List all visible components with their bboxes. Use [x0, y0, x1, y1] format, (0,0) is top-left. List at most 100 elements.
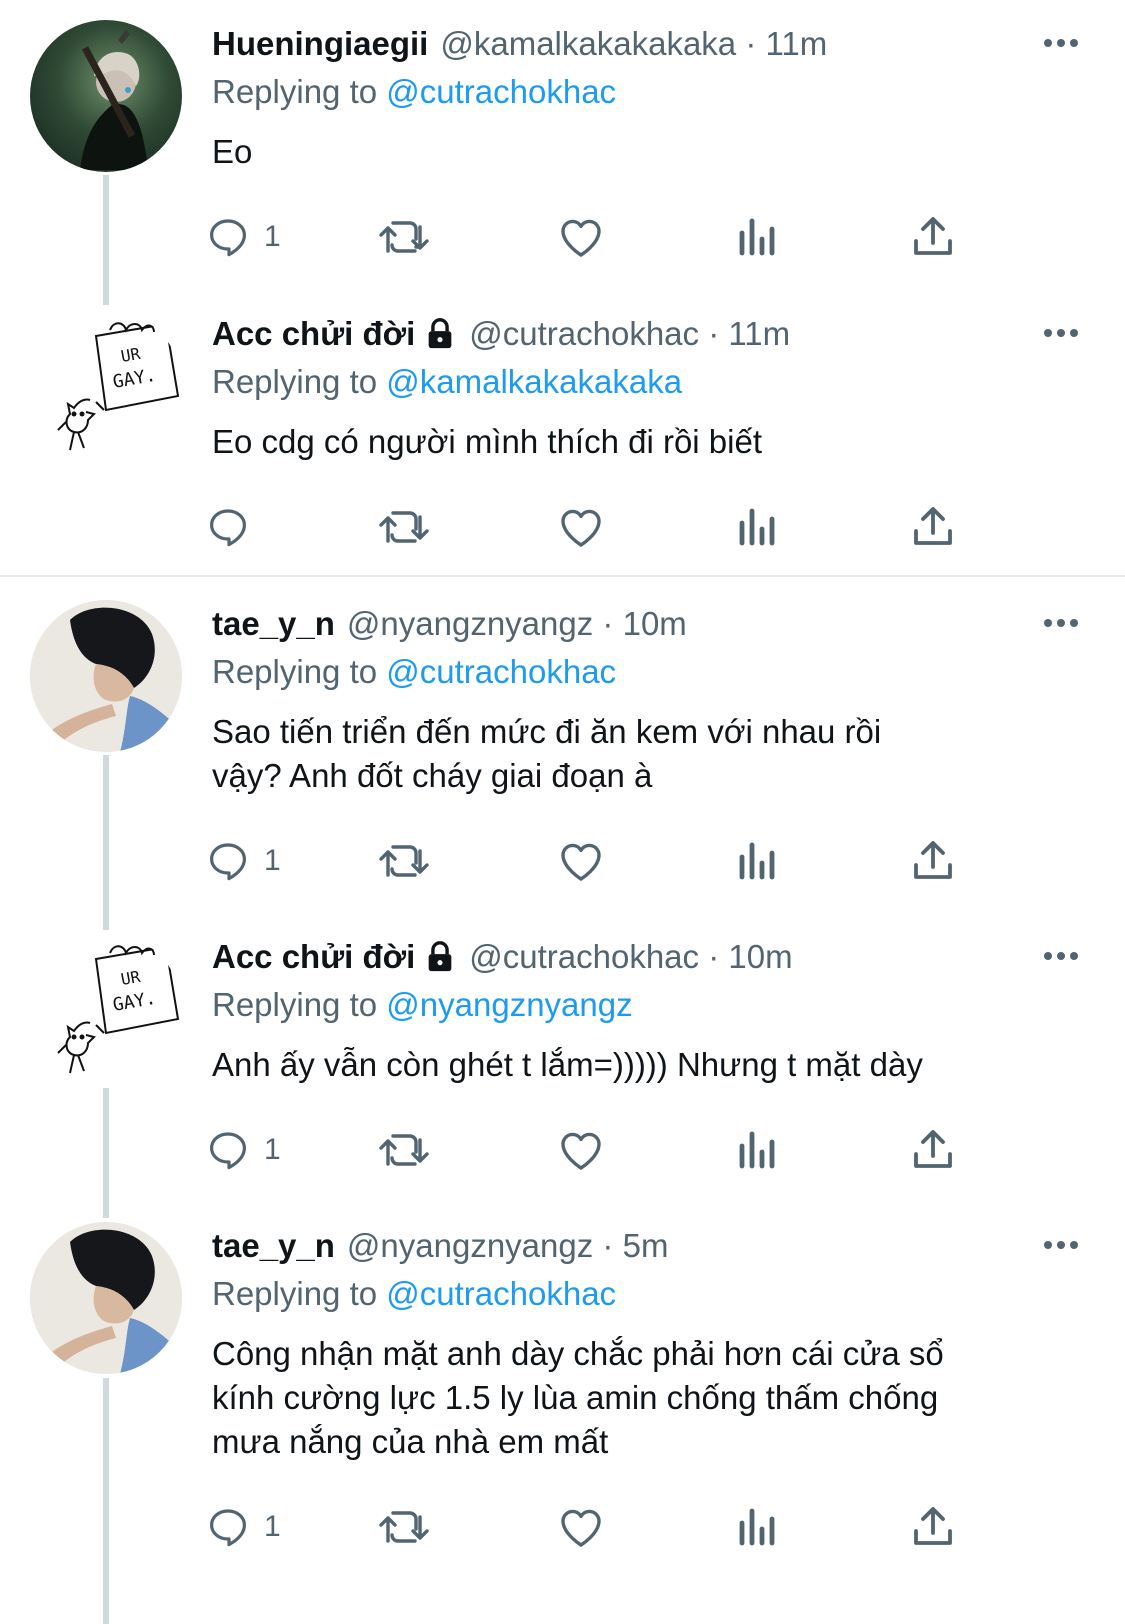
sign-text-line: UR	[119, 344, 142, 366]
heart-icon	[561, 509, 601, 547]
tweet-text-line: vậy? Anh đốt cháy giai đoạn à	[212, 757, 653, 794]
share-button[interactable]	[910, 1125, 956, 1175]
tweet-actions: 1	[210, 1502, 972, 1552]
retweet-button[interactable]	[376, 502, 432, 552]
tweet-text-line: Công nhận mặt anh dày chắc phải hơn cái …	[212, 1335, 944, 1372]
views-icon	[739, 842, 775, 880]
replying-to-link[interactable]: @nyangznyangz	[386, 986, 632, 1023]
share-icon	[914, 217, 952, 255]
views-icon	[739, 1508, 775, 1546]
tweet-header: Acc chửi đời @cutrachokhac · 11m	[212, 310, 1082, 358]
avatar[interactable]	[30, 600, 182, 752]
tweet[interactable]: Hueningiaegii @kamalkakakakaka · 11m Rep…	[0, 20, 1125, 270]
avatar-person-photo	[30, 600, 182, 752]
tweet[interactable]: tae_y_n @nyangznyangz · 5m Replying to @…	[0, 1222, 1125, 1602]
display-name[interactable]: Hueningiaegii	[212, 25, 428, 63]
avatar-sign-drawing: UR GAY.	[57, 322, 180, 451]
avatar-sign-drawing: UR GAY.	[57, 945, 180, 1074]
replying-to: Replying to @cutrachokhac	[212, 1270, 1082, 1318]
more-icon[interactable]	[1040, 318, 1082, 348]
replying-to-label: Replying to	[212, 1275, 378, 1312]
username[interactable]: @nyangznyangz · 5m	[347, 1227, 669, 1265]
heart-icon	[561, 843, 601, 881]
username[interactable]: @cutrachokhac · 11m	[469, 315, 790, 353]
views-button[interactable]	[736, 1502, 780, 1552]
retweet-button[interactable]	[376, 212, 432, 262]
share-icon	[914, 1130, 952, 1168]
handle-text: @nyangznyangz	[346, 605, 594, 642]
sign-text-line: GAY.	[111, 988, 157, 1016]
share-button[interactable]	[910, 836, 956, 886]
like-button[interactable]	[555, 502, 607, 552]
tweet-header: tae_y_n @nyangznyangz · 5m	[212, 1222, 1082, 1270]
tweet-text: Eo cdg có người mình thích đi rồi biết	[212, 423, 763, 460]
tweet-text: Công nhận mặt anh dày chắc phải hơn cái …	[212, 1332, 1082, 1464]
tweet-header: Hueningiaegii @kamalkakakakaka · 11m	[212, 20, 1082, 68]
separator: ·	[602, 1227, 614, 1264]
views-button[interactable]	[736, 212, 780, 262]
retweet-button[interactable]	[376, 836, 432, 886]
views-button[interactable]	[736, 836, 780, 886]
reply-icon	[210, 843, 246, 881]
tweet-actions	[210, 502, 972, 552]
reply-icon	[210, 509, 246, 547]
tweet-actions: 1	[210, 836, 972, 886]
timestamp[interactable]: 10m	[623, 605, 687, 642]
reply-button[interactable]: 1	[204, 836, 281, 886]
timestamp[interactable]: 5m	[623, 1227, 669, 1264]
conversation-divider	[0, 575, 1125, 577]
timestamp[interactable]: 11m	[766, 25, 828, 62]
reply-icon	[210, 1132, 246, 1170]
retweet-icon	[379, 845, 429, 877]
heart-icon	[561, 1132, 601, 1170]
views-button[interactable]	[736, 1125, 780, 1175]
replying-to-link[interactable]: @cutrachokhac	[386, 653, 616, 690]
replying-to-link[interactable]: @cutrachokhac	[386, 1275, 616, 1312]
avatar[interactable]	[30, 1222, 182, 1374]
replying-to-link[interactable]: @kamalkakakakaka	[386, 363, 682, 400]
username[interactable]: @nyangznyangz · 10m	[347, 605, 687, 643]
share-button[interactable]	[910, 1502, 956, 1552]
retweet-button[interactable]	[376, 1502, 432, 1552]
share-icon	[914, 841, 952, 879]
tweet[interactable]: tae_y_n @nyangznyangz · 10m Replying to …	[0, 600, 1125, 890]
share-button[interactable]	[910, 502, 956, 552]
more-icon[interactable]	[1040, 941, 1082, 971]
views-button[interactable]	[736, 502, 780, 552]
timestamp[interactable]: 11m	[728, 315, 790, 352]
display-name[interactable]: tae_y_n	[212, 605, 335, 643]
username[interactable]: @kamalkakakakaka · 11m	[440, 25, 827, 63]
tweet[interactable]: UR GAY. Acc chửi đời @cutrachokhac · 10m…	[0, 933, 1125, 1183]
more-icon[interactable]	[1040, 1230, 1082, 1260]
avatar[interactable]	[30, 20, 182, 172]
share-button[interactable]	[910, 212, 956, 262]
avatar[interactable]: UR GAY.	[30, 310, 182, 462]
display-name[interactable]: tae_y_n	[212, 1227, 335, 1265]
reply-button[interactable]: 1	[204, 1502, 281, 1552]
more-icon[interactable]	[1040, 28, 1082, 58]
more-icon[interactable]	[1040, 608, 1082, 638]
heart-icon	[561, 219, 601, 257]
retweet-icon	[379, 511, 429, 543]
reply-count: 1	[264, 1510, 281, 1543]
like-button[interactable]	[555, 836, 607, 886]
retweet-button[interactable]	[376, 1125, 432, 1175]
reply-button[interactable]: 1	[204, 212, 281, 262]
avatar[interactable]: UR GAY.	[30, 933, 182, 1085]
replying-to-link[interactable]: @cutrachokhac	[386, 73, 616, 110]
tweet[interactable]: UR GAY. Acc chửi đời @cutrachokhac · 11m…	[0, 310, 1125, 560]
reply-button[interactable]	[204, 502, 264, 552]
views-icon	[739, 218, 775, 256]
display-name[interactable]: Acc chửi đời	[212, 938, 415, 976]
like-button[interactable]	[555, 1125, 607, 1175]
separator: ·	[708, 938, 720, 975]
timestamp[interactable]: 10m	[728, 938, 792, 975]
display-name[interactable]: Acc chửi đời	[212, 315, 415, 353]
like-button[interactable]	[555, 1502, 607, 1552]
like-button[interactable]	[555, 212, 607, 262]
reply-button[interactable]: 1	[204, 1125, 281, 1175]
sign-text-line: UR	[119, 967, 142, 989]
username[interactable]: @cutrachokhac · 10m	[469, 938, 792, 976]
tweet-actions: 1	[210, 1125, 972, 1175]
separator: ·	[708, 315, 720, 352]
